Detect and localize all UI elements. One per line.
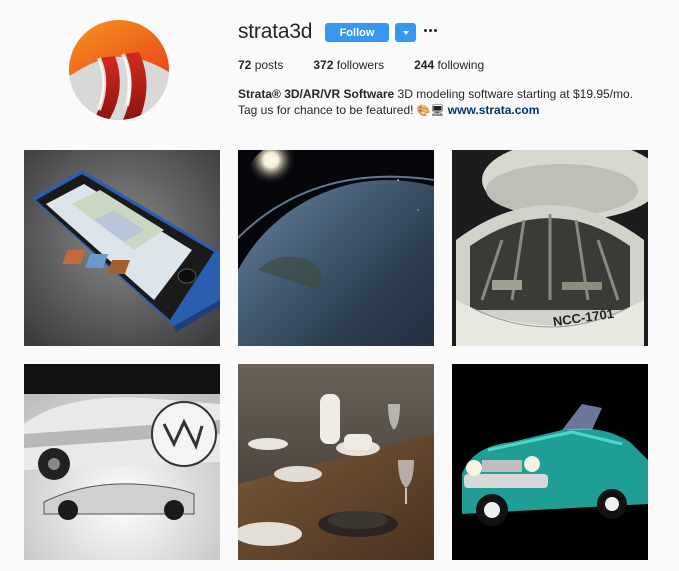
- followers-stat[interactable]: 372 followers: [313, 58, 384, 72]
- strata-logo-icon: [69, 20, 169, 120]
- post-tile-3[interactable]: NCC-1701: [452, 150, 648, 346]
- profile-avatar[interactable]: [69, 20, 169, 120]
- post-tile-5[interactable]: [238, 364, 434, 560]
- phone-render-image: [24, 150, 220, 346]
- bio-link[interactable]: www.strata.com: [448, 103, 540, 117]
- profile-bio: Strata® 3D/AR/VR Software 3D modeling so…: [238, 86, 648, 119]
- posts-label: posts: [251, 58, 284, 72]
- earth-render-image: [238, 150, 434, 346]
- following-count: 244: [414, 58, 435, 72]
- following-stat[interactable]: 244 following: [414, 58, 484, 72]
- suggestions-dropdown-button[interactable]: [395, 23, 416, 42]
- more-options-icon[interactable]: [424, 27, 438, 33]
- profile-stats: 72 posts 372 followers 244 following: [238, 58, 514, 72]
- bio-name: Strata® 3D/AR/VR Software: [238, 87, 395, 101]
- follow-button[interactable]: Follow: [325, 23, 389, 42]
- tableware-render-image: [238, 364, 434, 560]
- post-tile-4[interactable]: [24, 364, 220, 560]
- following-label: following: [434, 58, 485, 72]
- profile-username: strata3d: [238, 20, 313, 43]
- vehicle-render-image: [24, 364, 220, 560]
- followers-count: 372: [313, 58, 334, 72]
- chevron-down-icon: [402, 30, 409, 35]
- starship-render-image: NCC-1701: [452, 150, 648, 346]
- post-tile-6[interactable]: [452, 364, 648, 560]
- posts-stat: 72 posts: [238, 58, 283, 72]
- post-tile-1[interactable]: [24, 150, 220, 346]
- followers-label: followers: [333, 58, 385, 72]
- car-render-image: [452, 364, 648, 560]
- post-tile-2[interactable]: [238, 150, 434, 346]
- art-computer-emoji-icon: 🎨🖥: [416, 105, 445, 117]
- posts-count: 72: [238, 58, 252, 72]
